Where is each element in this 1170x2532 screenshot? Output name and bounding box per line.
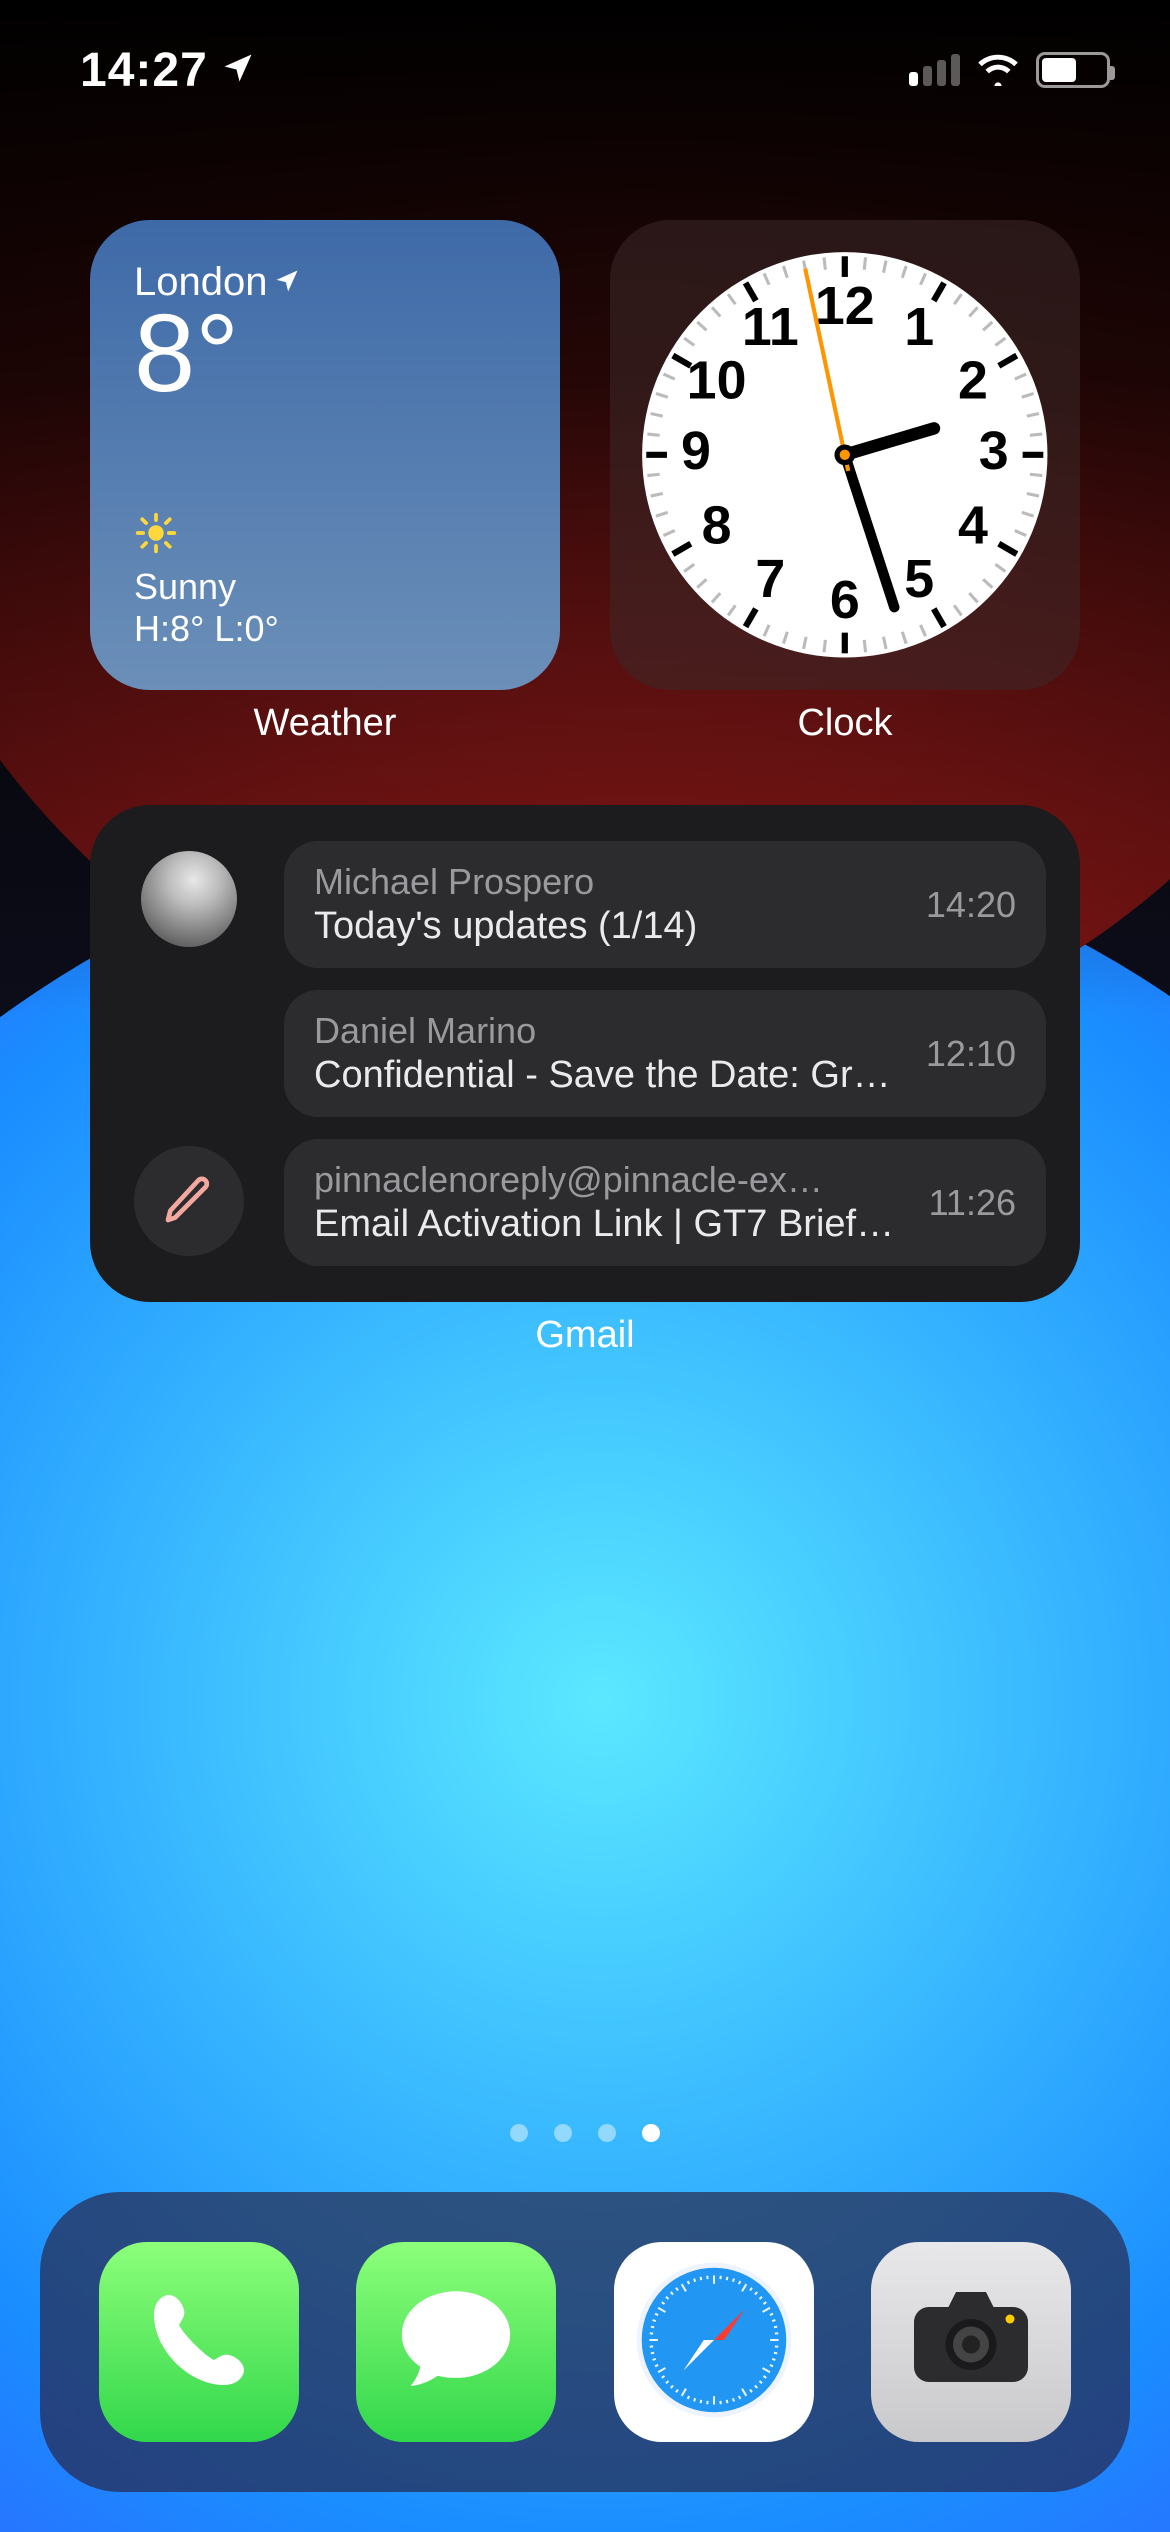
weather-widget-label: Weather xyxy=(90,702,560,745)
wifi-icon xyxy=(976,50,1020,91)
mail-item[interactable]: pinnaclenoreply@pinnacle-ex… Email Activ… xyxy=(284,1139,1046,1266)
svg-text:11: 11 xyxy=(742,297,799,357)
clock-widget[interactable]: 12 1 2 3 4 5 6 7 8 9 10 11 xyxy=(610,220,1080,690)
mail-subject: Today's updates (1/14) xyxy=(314,905,910,948)
mail-sender: Michael Prospero xyxy=(314,861,910,903)
weather-high-low: H:8° L:0° xyxy=(134,608,516,650)
mail-time: 11:26 xyxy=(929,1182,1016,1224)
mail-sender: Daniel Marino xyxy=(314,1010,910,1052)
messages-icon xyxy=(391,2275,521,2410)
dock xyxy=(40,2192,1130,2492)
gmail-widget[interactable]: Michael Prospero Today's updates (1/14) … xyxy=(90,805,1080,1302)
weather-temperature: 8° xyxy=(134,299,516,409)
camera-icon xyxy=(896,2265,1046,2420)
pencil-icon xyxy=(161,1171,217,1232)
status-bar: 14:27 xyxy=(0,0,1170,120)
camera-app[interactable] xyxy=(871,2242,1071,2442)
clock-widget-container: 12 1 2 3 4 5 6 7 8 9 10 11 xyxy=(610,220,1080,745)
messages-app[interactable] xyxy=(356,2242,556,2442)
gmail-widget-label: Gmail xyxy=(90,1314,1080,1357)
svg-text:5: 5 xyxy=(904,549,934,609)
svg-text:8: 8 xyxy=(702,496,732,556)
mail-sender: pinnaclenoreply@pinnacle-ex… xyxy=(314,1159,913,1201)
mail-item[interactable]: Daniel Marino Confidential - Save the Da… xyxy=(284,990,1046,1117)
mail-time: 12:10 xyxy=(926,1033,1016,1075)
cellular-signal-icon xyxy=(909,54,960,86)
svg-text:12: 12 xyxy=(815,276,875,336)
gmail-list: Michael Prospero Today's updates (1/14) … xyxy=(284,841,1046,1266)
avatar[interactable] xyxy=(141,851,237,947)
mail-time: 14:20 xyxy=(926,884,1016,926)
gmail-widget-container: Michael Prospero Today's updates (1/14) … xyxy=(90,805,1080,1357)
svg-text:7: 7 xyxy=(756,549,786,609)
mail-subject: Confidential - Save the Date: Gr… xyxy=(314,1054,910,1097)
page-dot xyxy=(598,2124,616,2142)
mail-subject: Email Activation Link | GT7 Brief… xyxy=(314,1203,913,1246)
compose-button[interactable] xyxy=(134,1146,244,1256)
svg-text:10: 10 xyxy=(687,351,747,411)
svg-text:4: 4 xyxy=(958,496,988,556)
weather-widget-container: London 8° Sunny H:8° L xyxy=(90,220,560,745)
clock-widget-label: Clock xyxy=(610,702,1080,745)
weather-condition: Sunny xyxy=(134,566,516,608)
page-dot xyxy=(554,2124,572,2142)
analog-clock-face: 12 1 2 3 4 5 6 7 8 9 10 11 xyxy=(638,248,1052,662)
page-indicator[interactable] xyxy=(0,2124,1170,2142)
weather-widget[interactable]: London 8° Sunny H:8° L xyxy=(90,220,560,690)
svg-text:6: 6 xyxy=(830,570,860,630)
phone-icon xyxy=(139,2280,259,2405)
svg-text:9: 9 xyxy=(681,421,711,481)
location-services-icon xyxy=(220,43,256,98)
battery-icon xyxy=(1036,52,1110,88)
phone-app[interactable] xyxy=(99,2242,299,2442)
sun-icon xyxy=(134,511,516,560)
safari-app[interactable] xyxy=(614,2242,814,2442)
svg-text:1: 1 xyxy=(904,297,934,357)
mail-item[interactable]: Michael Prospero Today's updates (1/14) … xyxy=(284,841,1046,968)
svg-text:3: 3 xyxy=(979,421,1009,481)
status-time: 14:27 xyxy=(80,43,208,98)
page-dot xyxy=(510,2124,528,2142)
svg-text:2: 2 xyxy=(958,351,988,411)
page-dot-active xyxy=(642,2124,660,2142)
safari-icon xyxy=(629,2255,799,2430)
